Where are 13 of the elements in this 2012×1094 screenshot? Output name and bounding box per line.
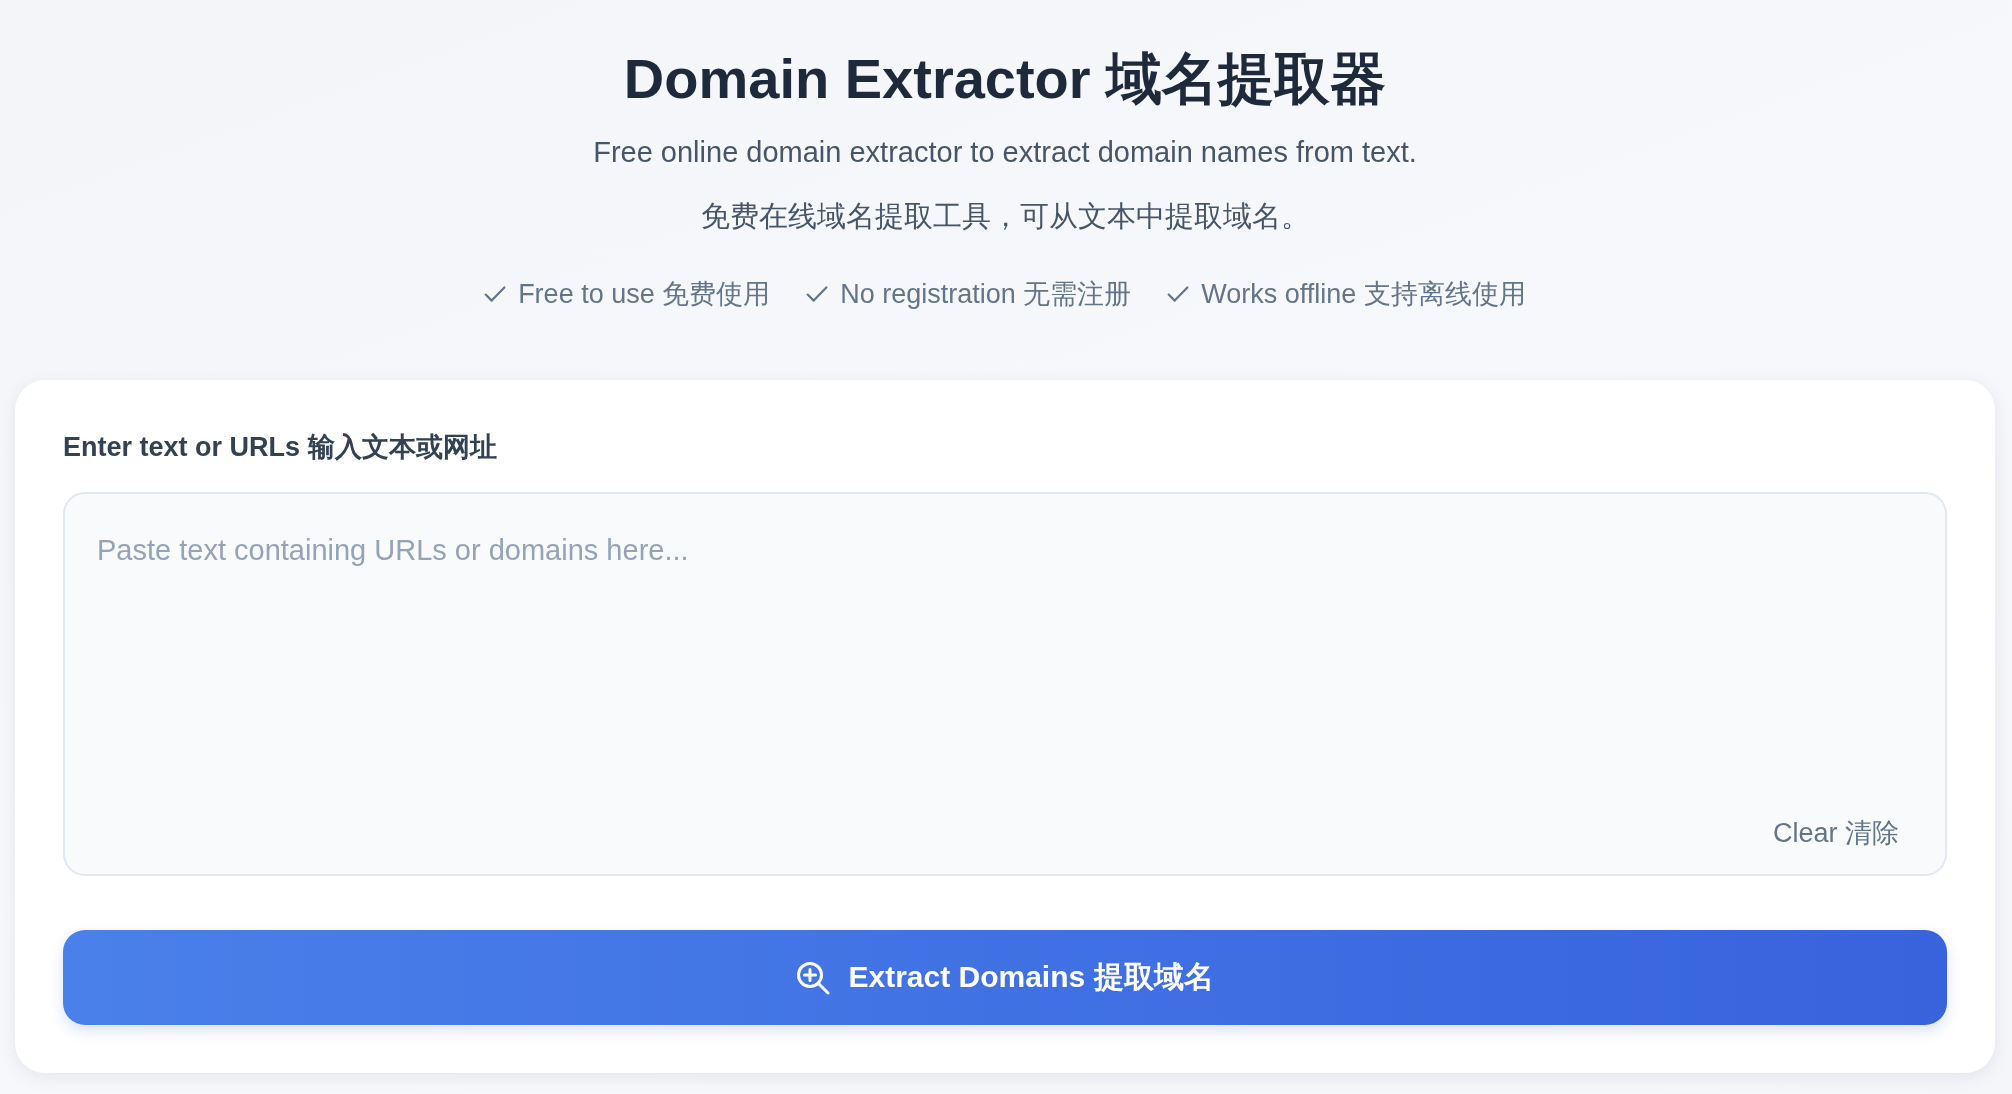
feature-text: No registration 无需注册	[840, 278, 1132, 311]
subtitle-chinese: 免费在线域名提取工具，可从文本中提取域名。	[700, 199, 1310, 234]
feature-text: Works offline 支持离线使用	[1201, 278, 1526, 311]
extract-button[interactable]: Extract Domains 提取域名	[63, 930, 1947, 1025]
feature-text: Free to use 免费使用	[518, 278, 771, 311]
check-icon	[484, 285, 507, 303]
subtitle: Free online domain extractor to extract domain names from text.	[593, 135, 1417, 170]
clear-button[interactable]: Clear 清除	[1764, 812, 1907, 854]
check-icon	[1167, 285, 1190, 303]
check-icon	[806, 285, 829, 303]
page-title: Domain Extractor 域名提取器	[623, 46, 1387, 112]
zoom-in-icon	[796, 960, 831, 995]
input-label: Enter text or URLs 输入文本或网址	[63, 431, 497, 464]
